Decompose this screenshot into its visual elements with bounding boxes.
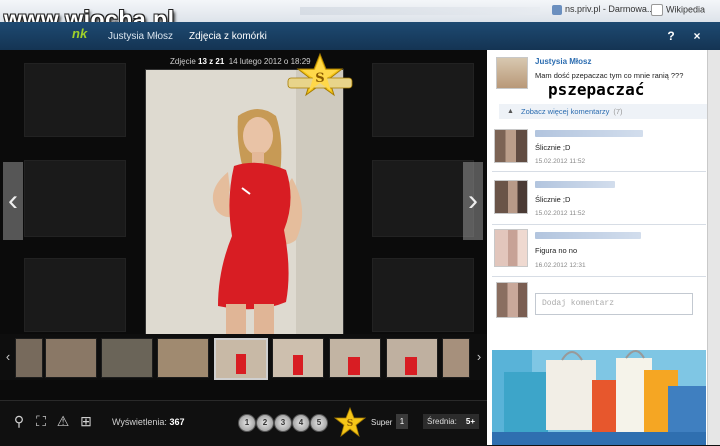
- background-tile: [372, 160, 474, 237]
- annotation-text: pszepaczać: [548, 80, 645, 99]
- background-tile: [372, 258, 474, 332]
- thumbs-prev-arrow[interactable]: ‹: [2, 340, 14, 374]
- divider: [492, 224, 706, 225]
- divider: [492, 276, 706, 277]
- photo-index: 13 z 21: [198, 57, 225, 66]
- wikipedia-icon: [651, 4, 663, 16]
- background-tile: [372, 63, 474, 137]
- super-label: Super: [371, 418, 393, 427]
- gift-bags-image: [492, 350, 706, 445]
- thumbnail[interactable]: [442, 338, 470, 378]
- comment-text: Ślicznie ;D: [535, 143, 571, 152]
- warning-icon[interactable]: ⚠: [54, 412, 72, 430]
- views-counter: Wyświetlenia: 367: [112, 417, 185, 427]
- previous-photo-arrow[interactable]: ‹: [3, 162, 23, 240]
- comment-text: Ślicznie ;D: [535, 195, 571, 204]
- thumbnail[interactable]: [15, 338, 43, 378]
- star-icon: S: [333, 406, 367, 438]
- blurred-bookmarks: [300, 7, 540, 15]
- super-count: 1: [396, 414, 408, 429]
- next-photo-arrow[interactable]: ›: [463, 162, 483, 240]
- bookmark-item[interactable]: ns.priv.pl - Darmowa...: [552, 4, 654, 18]
- album-title[interactable]: Zdjęcia z komórki: [189, 31, 267, 42]
- author-avatar[interactable]: [496, 57, 528, 89]
- blurred-commenter-name[interactable]: [535, 130, 643, 137]
- bookmark-favicon: [552, 4, 562, 15]
- thumbnail[interactable]: [272, 338, 324, 378]
- average-rating: Średnia: 5+: [423, 414, 479, 429]
- my-avatar[interactable]: [496, 282, 528, 318]
- comment-date: 15.02.2012 11:52: [535, 210, 586, 217]
- close-button[interactable]: ×: [686, 26, 708, 46]
- thumbs-next-arrow[interactable]: ›: [473, 340, 485, 374]
- thumbnail-selected[interactable]: [214, 338, 268, 380]
- owner-name[interactable]: Justysia Młosz: [108, 31, 173, 42]
- comment-date: 16.02.2012 12:31: [535, 262, 586, 269]
- commenter-avatar[interactable]: [494, 129, 528, 163]
- author-name[interactable]: Justysia Młosz: [535, 57, 591, 66]
- thumbnail[interactable]: [329, 338, 381, 378]
- background-tile: [24, 63, 126, 137]
- thumbnail[interactable]: [157, 338, 209, 378]
- add-photo-icon[interactable]: ⊞: [77, 412, 95, 430]
- help-button[interactable]: ?: [660, 26, 682, 46]
- comment-input[interactable]: Dodaj komentarz: [535, 293, 693, 315]
- thumbnail[interactable]: [101, 338, 153, 378]
- background-tile: [24, 160, 126, 237]
- divider: [492, 171, 706, 172]
- thumbnail[interactable]: [45, 338, 97, 378]
- photo-figure: [146, 70, 343, 334]
- show-more-comments[interactable]: ▲ Zobacz więcej komentarzy (7): [499, 104, 707, 119]
- fullscreen-icon[interactable]: ⛶: [32, 412, 50, 430]
- star-badge: S: [284, 52, 356, 102]
- commenter-avatar[interactable]: [494, 229, 528, 267]
- rating-4[interactable]: 4: [292, 414, 310, 432]
- author-caption: Mam dość pzepaczac tym co mnie ranią ???: [535, 71, 684, 80]
- zoom-icon[interactable]: ⚲: [10, 412, 28, 430]
- blurred-commenter-name[interactable]: [535, 181, 615, 188]
- bookmark-item[interactable]: Wikipedia: [651, 4, 705, 18]
- blurred-commenter-name[interactable]: [535, 232, 641, 239]
- super-star-button[interactable]: S: [331, 406, 369, 438]
- advertisement-image[interactable]: [492, 350, 706, 445]
- background-tile: [24, 258, 126, 332]
- rating-5[interactable]: 5: [310, 414, 328, 432]
- rating-1[interactable]: 1: [238, 414, 256, 432]
- rating-3[interactable]: 3: [274, 414, 292, 432]
- star-icon: S: [287, 52, 353, 97]
- panel-scrollbar[interactable]: [707, 50, 720, 445]
- svg-text:S: S: [315, 71, 324, 86]
- chevron-up-icon: ▲: [507, 108, 514, 115]
- comment-date: 15.02.2012 11:52: [535, 158, 586, 165]
- rating-2[interactable]: 2: [256, 414, 274, 432]
- commenter-avatar[interactable]: [494, 180, 528, 214]
- svg-text:S: S: [347, 419, 354, 429]
- nk-logo[interactable]: nk: [72, 26, 87, 41]
- main-photo[interactable]: [145, 69, 344, 335]
- comment-text: Figura no no: [535, 246, 578, 255]
- thumbnail[interactable]: [386, 338, 438, 378]
